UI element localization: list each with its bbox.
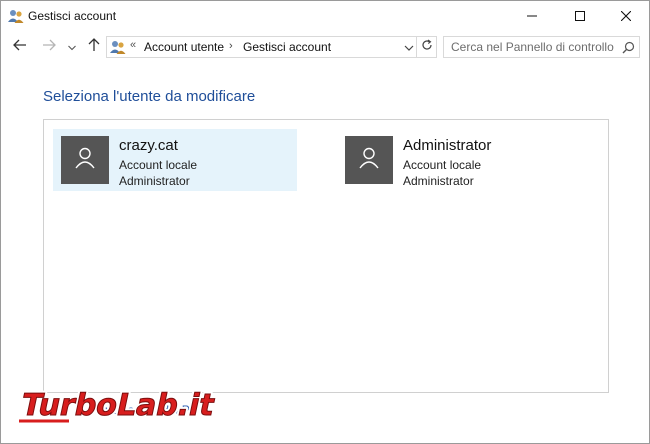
control-panel-window: Gestisci account « Account utente › Gest…	[0, 0, 650, 444]
user-icon	[359, 147, 379, 174]
window-title: Gestisci account	[28, 9, 117, 23]
chevron-down-icon	[68, 38, 76, 56]
accounts-panel: crazy.cat Account locale Administrator A…	[43, 119, 609, 393]
account-role: Administrator	[403, 174, 474, 188]
account-name: crazy.cat	[119, 137, 178, 154]
title-bar[interactable]: Gestisci account	[1, 1, 649, 31]
turbolab-watermark-logo: TurboLab.it TurboLab.it	[9, 381, 241, 427]
users-icon	[110, 39, 126, 55]
recent-locations-button[interactable]	[64, 37, 80, 57]
maximize-button[interactable]	[557, 1, 603, 31]
search-input[interactable]: Cerca nel Pannello di controllo	[443, 36, 640, 58]
search-icon[interactable]	[622, 41, 635, 54]
refresh-icon	[421, 38, 433, 56]
address-dropdown-icon[interactable]	[403, 41, 415, 53]
avatar	[61, 136, 109, 184]
up-button[interactable]	[84, 37, 104, 57]
svg-text:TurboLab.it: TurboLab.it	[18, 388, 218, 423]
account-tile-crazy-cat[interactable]: crazy.cat Account locale Administrator	[53, 129, 297, 191]
arrow-up-icon	[88, 37, 100, 57]
account-tile-administrator[interactable]: Administrator Account locale Administrat…	[337, 129, 581, 191]
breadcrumb-chevron[interactable]: ›	[229, 40, 233, 52]
arrow-left-icon	[13, 38, 27, 56]
back-button[interactable]	[10, 37, 30, 57]
address-bar[interactable]: « Account utente › Gestisci account	[106, 36, 417, 58]
address-overflow-indicator[interactable]: «	[130, 39, 136, 51]
users-icon	[8, 8, 24, 24]
account-type: Account locale	[403, 158, 482, 172]
account-name: Administrator	[403, 137, 492, 154]
search-placeholder: Cerca nel Pannello di controllo	[451, 40, 614, 54]
account-role: Administrator	[119, 174, 190, 188]
avatar	[345, 136, 393, 184]
breadcrumb-account-utente[interactable]: Account utente	[144, 40, 224, 54]
navigation-bar: « Account utente › Gestisci account Cerc…	[1, 31, 649, 63]
forward-button[interactable]	[39, 37, 59, 57]
arrow-right-icon	[42, 38, 56, 56]
refresh-button[interactable]	[417, 36, 437, 58]
page-heading: Seleziona l'utente da modificare	[43, 88, 256, 105]
close-button[interactable]	[603, 1, 649, 31]
user-icon	[75, 147, 95, 174]
account-type: Account locale	[119, 158, 198, 172]
minimize-button[interactable]	[509, 1, 555, 31]
breadcrumb-gestisci-account[interactable]: Gestisci account	[243, 40, 331, 54]
